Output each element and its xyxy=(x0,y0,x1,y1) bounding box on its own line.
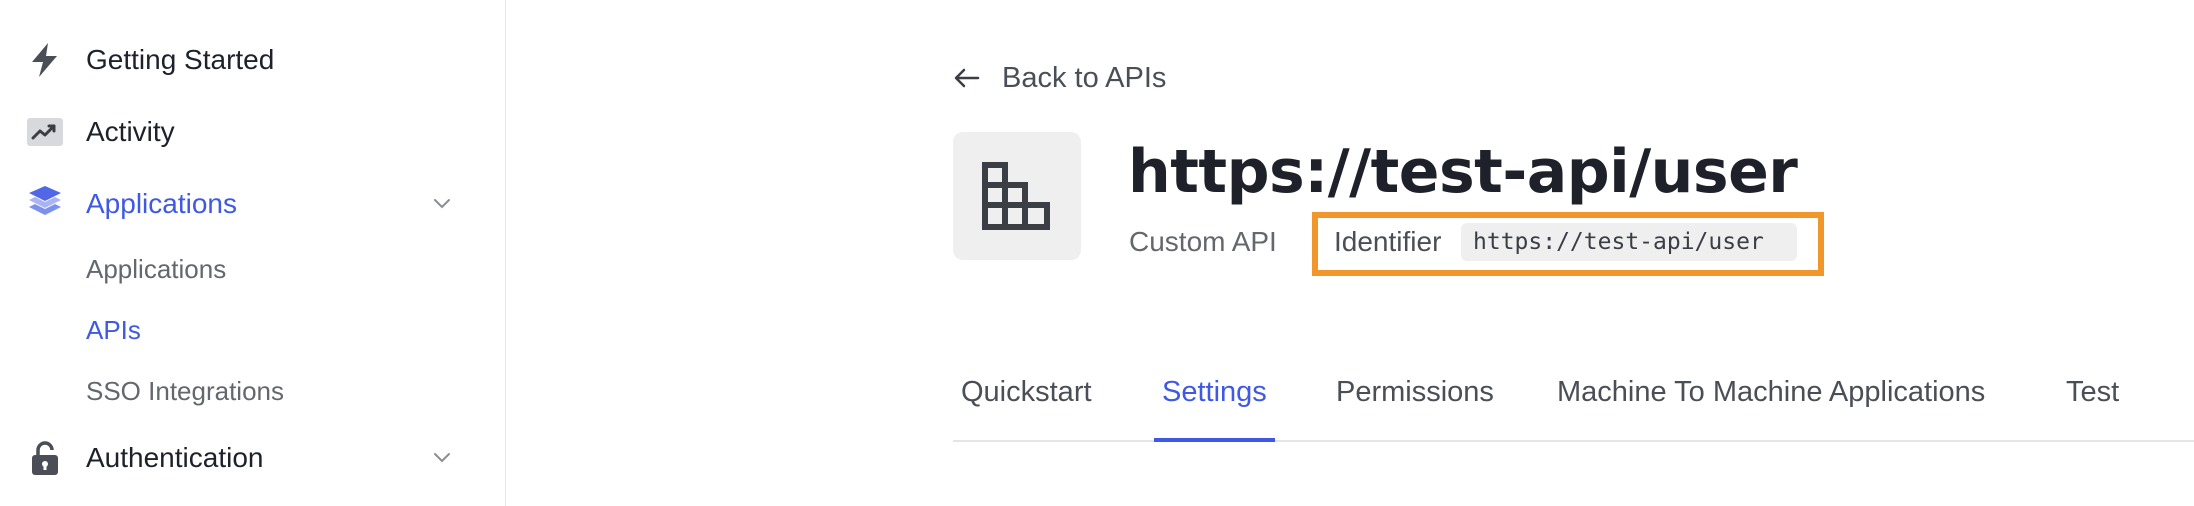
arrow-left-icon xyxy=(954,64,982,92)
tab-test[interactable]: Test xyxy=(2066,360,2119,440)
activity-chart-icon xyxy=(27,114,63,150)
api-type-label: Custom API xyxy=(1129,226,1277,257)
sidebar: Getting Started Activity Applications Ap… xyxy=(0,0,506,506)
sidebar-subitem-sso-integrations[interactable]: SSO Integrations xyxy=(86,374,284,408)
sidebar-item-label: Authentication xyxy=(86,442,264,473)
sidebar-subitem-applications[interactable]: Applications xyxy=(86,252,226,286)
identifier-label: Identifier xyxy=(1334,226,1442,257)
lock-icon xyxy=(27,440,63,476)
tab-quickstart[interactable]: Quickstart xyxy=(961,360,1092,440)
tab-settings[interactable]: Settings xyxy=(1154,360,1275,442)
sidebar-item-label: Applications xyxy=(86,188,237,219)
sidebar-item-label: Activity xyxy=(86,116,175,147)
tab-machine-to-machine-applications[interactable]: Machine To Machine Applications xyxy=(1557,360,1985,440)
sidebar-item-authentication[interactable]: Authentication xyxy=(0,428,506,488)
tab-bar: Quickstart Settings Permissions Machine … xyxy=(953,360,2194,442)
api-blocks-icon xyxy=(982,162,1050,230)
api-avatar xyxy=(953,132,1081,260)
sidebar-item-applications[interactable]: Applications xyxy=(0,174,506,234)
sidebar-subitem-apis[interactable]: APIs xyxy=(86,313,141,347)
sidebar-item-label: Getting Started xyxy=(86,44,275,75)
back-link-label: Back to APIs xyxy=(1002,61,1167,94)
sidebar-item-getting-started[interactable]: Getting Started xyxy=(0,30,506,90)
tab-permissions[interactable]: Permissions xyxy=(1336,360,1494,440)
page-title: https://test-api/user xyxy=(1128,137,1798,207)
layers-icon xyxy=(27,186,63,222)
lightning-icon xyxy=(27,42,63,78)
back-to-apis-link[interactable]: Back to APIs xyxy=(954,58,1166,98)
sidebar-item-activity[interactable]: Activity xyxy=(0,102,506,162)
identifier-value[interactable]: https://test-api/user xyxy=(1461,223,1797,261)
chevron-down-icon[interactable] xyxy=(430,192,454,216)
chevron-down-icon[interactable] xyxy=(430,446,454,470)
